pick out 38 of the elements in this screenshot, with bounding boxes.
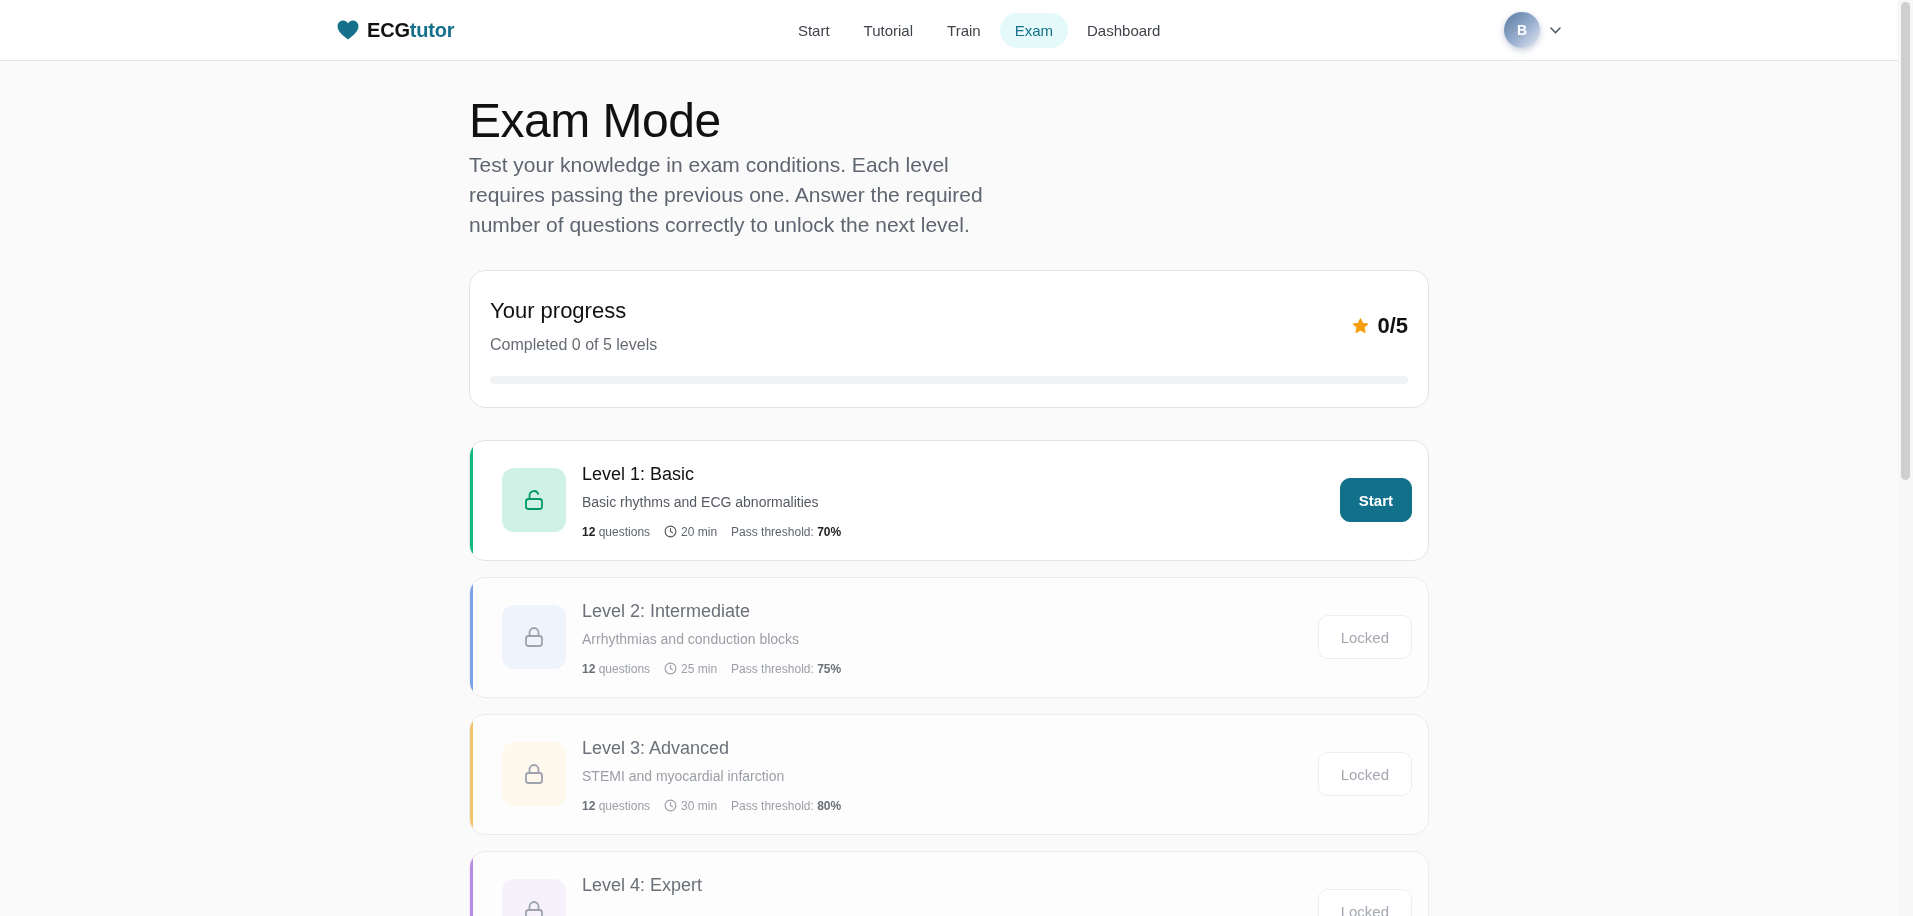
nav-tab[interactable]: Tutorial [848,12,929,48]
question-count: 12 questions [582,797,651,814]
start-button[interactable]: Start [1339,478,1412,523]
clock-icon [664,662,678,676]
page-title: Exam Mode [469,93,722,149]
level-title: Level 4: Expert [582,873,704,897]
nav-tab[interactable]: Exam [999,12,1068,48]
duration: 25 min [681,660,718,677]
duration: 20 min [681,523,718,540]
progress-subtitle: Completed 0 of 5 levels [490,334,658,355]
question-count: 12 questions [582,523,651,540]
star-icon [1352,317,1370,334]
nav-tab[interactable]: Start [782,12,845,48]
progress-title: Your progress [490,296,628,325]
scrollbar-thumb[interactable] [1901,2,1910,480]
level-description: Arrhythmias and conduction blocks [582,629,801,649]
clock-icon [664,525,678,539]
level-title: Level 1: Basic [582,462,696,486]
pass-threshold: Pass threshold: 75% [731,660,842,677]
open-padlock-icon [502,468,566,533]
pass-threshold: Pass threshold: 70% [731,523,842,540]
question-count: 12 questions [582,660,651,677]
level-title: Level 3: Advanced [582,736,731,760]
level-description: STEMI and myocardial infarction [582,766,786,786]
pass-threshold: Pass threshold: 80% [731,797,842,814]
level-description: Basic rhythms and ECG abnormalities [582,492,820,512]
score-text: 0/5 [1377,312,1408,339]
nav-tab[interactable]: Train [932,12,996,48]
heart-icon[interactable] [337,20,359,40]
page-description: Test your knowledge in exam conditions. Each level requires passing the previous one. Answer the required number of questions correctly to unlock the next level. [469,151,984,238]
logo-wordmark[interactable]: ECGtutor [367,18,455,42]
chevron-down-icon[interactable] [1550,26,1561,34]
padlock-icon [502,742,566,807]
clock-icon [664,799,678,813]
level-title: Level 2: Intermediate [582,599,752,623]
padlock-icon [502,605,566,670]
nav-tab[interactable]: Dashboard [1072,12,1176,48]
duration: 30 min [681,797,718,814]
